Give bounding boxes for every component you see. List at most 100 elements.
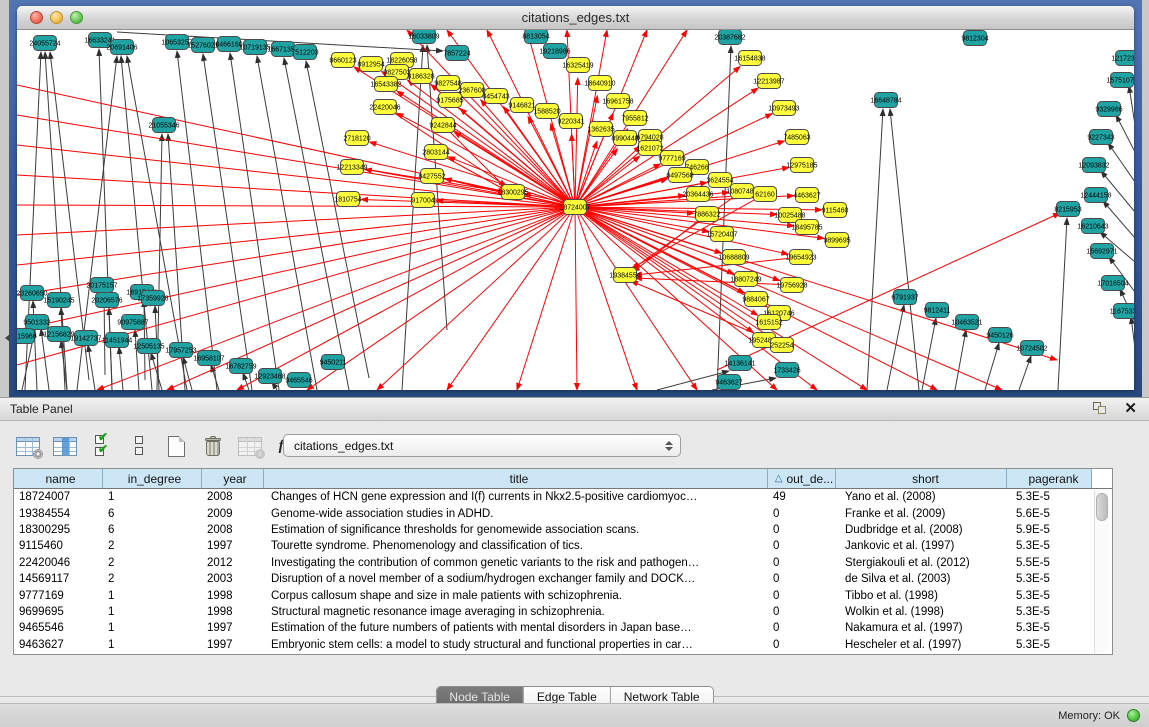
network-node[interactable]: 4463627 <box>793 188 820 203</box>
network-node[interactable]: 1362635 <box>587 122 614 137</box>
network-node[interactable]: 20691406 <box>106 40 137 55</box>
network-node[interactable]: 15276021 <box>187 38 218 53</box>
select-column-icon[interactable] <box>51 433 79 459</box>
network-node[interactable]: 19142737 <box>70 331 101 346</box>
clear-selection-icon[interactable] <box>125 433 153 459</box>
network-node[interactable]: 12975185 <box>786 158 817 173</box>
network-node[interactable]: 9463627 <box>715 375 742 390</box>
network-node[interactable]: 9115460 <box>822 203 849 218</box>
network-node[interactable]: 17957253 <box>165 343 196 358</box>
network-node[interactable]: 20364436 <box>682 187 713 202</box>
network-node[interactable]: 7886322 <box>693 207 720 222</box>
network-node[interactable]: 8215953 <box>1054 202 1081 217</box>
network-node[interactable]: 12172312 <box>1111 51 1134 66</box>
network-node[interactable]: 9146821 <box>508 98 535 113</box>
network-node[interactable]: 90975887 <box>117 315 148 330</box>
table-row[interactable]: 2242004622012Investigating the contribut… <box>14 555 1112 571</box>
network-node[interactable]: 7512203 <box>291 45 318 60</box>
network-node[interactable]: 17359928 <box>137 291 168 306</box>
network-node[interactable]: 7857224 <box>443 46 470 61</box>
table-row[interactable]: 977716911998Corpus callosum shape and si… <box>14 587 1112 603</box>
network-node[interactable]: 21055346 <box>148 118 179 133</box>
network-node[interactable]: 3624554 <box>706 173 733 188</box>
network-node[interactable]: 2718120 <box>343 131 370 146</box>
column-header-in_degree[interactable]: in_degree <box>103 469 202 488</box>
network-node[interactable]: 10463521 <box>951 315 982 330</box>
network-node[interactable]: 19218986 <box>539 44 570 59</box>
network-node[interactable]: 9450126 <box>986 328 1013 343</box>
float-panel-icon[interactable] <box>1093 402 1108 416</box>
network-node[interactable]: 19654923 <box>785 250 816 265</box>
network-node[interactable]: 9899695 <box>823 233 850 248</box>
table-row[interactable]: 1938455462009Genome-wide association stu… <box>14 505 1112 521</box>
network-node[interactable]: 18640910 <box>584 76 615 91</box>
network-node[interactable]: 18300295 <box>497 185 528 200</box>
network-node[interactable]: 12923468 <box>254 369 285 384</box>
select-all-icon[interactable]: ✔✔ <box>88 433 116 459</box>
network-node[interactable]: 7485063 <box>783 130 810 145</box>
network-node[interactable]: 12213987 <box>753 74 784 89</box>
network-node[interactable]: 8454743 <box>482 89 509 104</box>
memory-status-indicator-icon[interactable] <box>1127 709 1140 722</box>
network-node[interactable]: 16154838 <box>734 51 765 66</box>
table-row[interactable]: 1456911722003Disruption of a novel membe… <box>14 571 1112 587</box>
network-node[interactable]: 11451944 <box>102 333 133 348</box>
network-node[interactable]: 12505135 <box>133 339 164 354</box>
network-node[interactable]: 12093832 <box>1078 158 1109 173</box>
network-node[interactable]: 16033809 <box>408 30 439 44</box>
network-node[interactable]: 16210643 <box>1077 219 1108 234</box>
network-svg[interactable]: 8660123891295418226058982750381863281654… <box>17 30 1134 390</box>
network-node[interactable]: 9242844 <box>429 118 456 133</box>
network-node[interactable]: 1615152 <box>755 315 782 330</box>
network-node[interactable]: 8660123 <box>329 53 356 68</box>
network-node[interactable]: 15720407 <box>706 227 737 242</box>
network-node[interactable]: 9884067 <box>742 292 769 307</box>
trash-icon[interactable] <box>199 433 227 459</box>
network-node[interactable]: 16961758 <box>602 94 633 109</box>
network-node[interactable]: 6791937 <box>891 290 918 305</box>
network-node[interactable]: 12444158 <box>1080 188 1111 203</box>
table-row[interactable]: 1872400712008Changes of HCN gene express… <box>14 489 1112 505</box>
network-node[interactable]: 8912954 <box>357 57 384 72</box>
table-row[interactable]: 1830029562008Estimation of significance … <box>14 522 1112 538</box>
column-header-short[interactable]: short <box>836 469 1007 488</box>
column-header-name[interactable]: name <box>14 469 103 488</box>
network-node[interactable]: 8186328 <box>407 69 434 84</box>
table-row[interactable]: 911546021997Tourette syndrome. Phenomeno… <box>14 538 1112 554</box>
network-node[interactable]: 16782759 <box>225 359 256 374</box>
network-node[interactable]: 17016504 <box>1097 276 1128 291</box>
table-selector-dropdown[interactable]: citations_edges.txt <box>283 434 681 457</box>
minimize-window-button[interactable] <box>50 11 63 24</box>
network-node[interactable]: 9227343 <box>1087 130 1114 145</box>
network-node[interactable]: 9175685 <box>436 93 463 108</box>
network-node[interactable]: 10719135 <box>239 40 270 55</box>
network-node[interactable]: 11675338 <box>1110 304 1134 319</box>
network-node[interactable]: 9450211 <box>320 355 347 370</box>
network-node[interactable]: 8813054 <box>522 30 549 44</box>
network-node[interactable]: 15692971 <box>1086 244 1117 259</box>
table-row[interactable]: 946554611997Estimation of the future num… <box>14 620 1112 636</box>
network-node[interactable]: 10688809 <box>718 250 749 265</box>
network-node[interactable]: 9812304 <box>961 31 988 46</box>
vertical-scrollbar[interactable] <box>1094 490 1109 653</box>
network-node[interactable]: 8990448 <box>611 131 638 146</box>
network-node[interactable]: 14136141 <box>724 356 755 371</box>
network-node[interactable]: 18807249 <box>730 272 761 287</box>
table-row[interactable]: 946362711997Embryonic stem cells: a mode… <box>14 637 1112 653</box>
column-header-pagerank[interactable]: pagerank <box>1007 469 1092 488</box>
network-node[interactable]: 7955812 <box>621 111 648 126</box>
table-settings-icon[interactable] <box>14 433 42 459</box>
network-node[interactable]: 62160 <box>754 187 777 202</box>
network-node[interactable]: 16648784 <box>870 93 901 108</box>
network-node[interactable]: 1733426 <box>773 363 800 378</box>
close-window-button[interactable] <box>30 11 43 24</box>
network-node[interactable]: 10973493 <box>768 101 799 116</box>
zoom-window-button[interactable] <box>70 11 83 24</box>
network-node[interactable]: 8427552 <box>418 169 445 184</box>
network-node[interactable]: 16958107 <box>193 351 224 366</box>
column-header-year[interactable]: year <box>202 469 264 488</box>
network-node[interactable]: 9501332 <box>23 315 50 330</box>
network-node[interactable]: 15190245 <box>43 293 74 308</box>
network-node[interactable]: 9329966 <box>1095 102 1122 117</box>
column-header-title[interactable]: title <box>264 469 768 488</box>
